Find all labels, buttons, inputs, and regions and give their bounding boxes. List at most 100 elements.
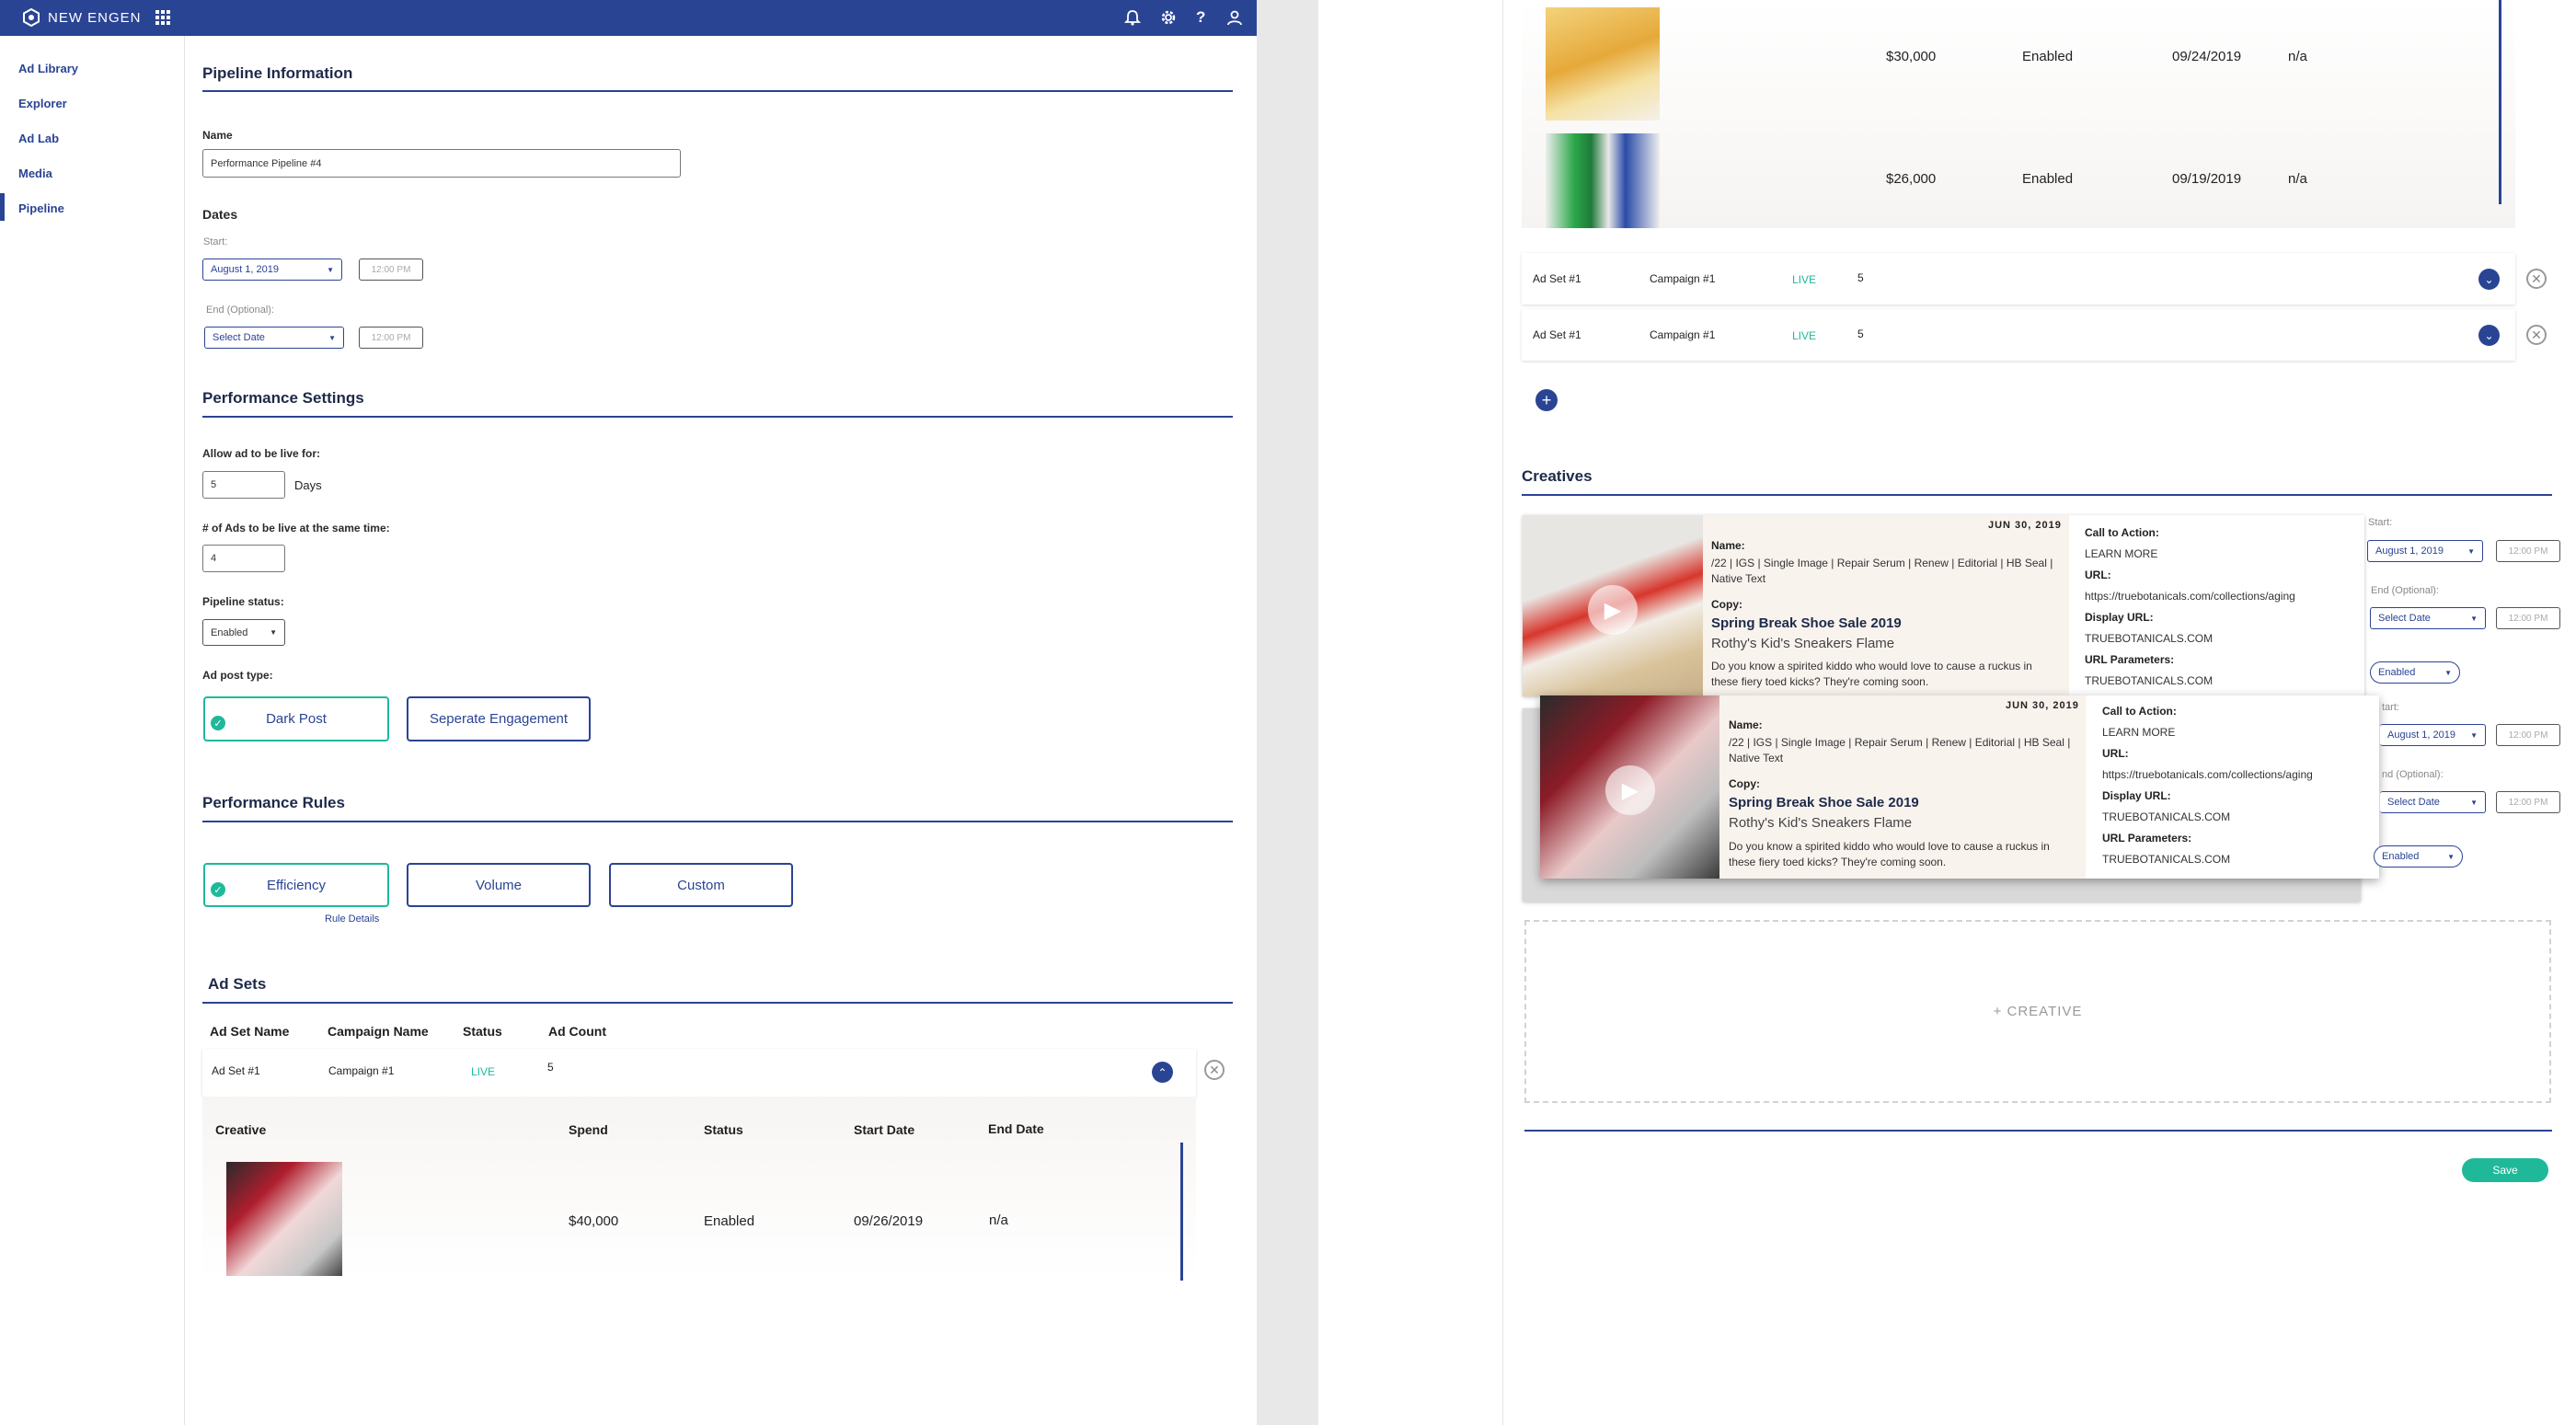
creative-headline: Spring Break Shoe Sale 2019 (1729, 795, 1919, 810)
top-bar: NEW ENGEN ? (0, 0, 1257, 36)
ad-post-type-label: Ad post type: (202, 669, 273, 682)
creative-status-select[interactable]: Enabled ▼ (2374, 845, 2463, 868)
user-icon[interactable] (1226, 9, 1243, 26)
add-ad-set-button[interactable]: + (1535, 389, 1558, 411)
pipeline-editor-panel: NEW ENGEN ? Ad Library Explorer Ad Lab M… (0, 0, 1257, 1425)
post-type-dark-post-button[interactable]: Dark Post (203, 696, 389, 741)
creative-copy-label: Copy: (1729, 777, 1760, 790)
ads-live-count-input[interactable]: 4 (202, 545, 285, 572)
chevron-down-icon: ▼ (328, 333, 336, 342)
display-url-label: Display URL: (2085, 611, 2154, 624)
chevron-down-icon: ▼ (2444, 668, 2452, 677)
start-date-select[interactable]: August 1, 2019 ▼ (202, 259, 342, 281)
pipeline-name-input[interactable]: Performance Pipeline #4 (202, 149, 681, 178)
section-divider (202, 821, 1233, 822)
col-ad-set-name: Ad Set Name (210, 1024, 290, 1039)
table-row[interactable]: Ad Set #1 Campaign #1 LIVE 5 ⌃ (202, 1049, 1196, 1097)
creative-status-select[interactable]: Enabled ▼ (2370, 661, 2460, 684)
collapse-row-button[interactable]: ⌃ (1152, 1062, 1173, 1083)
rule-efficiency-button[interactable]: Efficiency (203, 863, 389, 907)
dates-label: Dates (202, 207, 238, 222)
apps-grid-icon[interactable] (155, 9, 171, 26)
col-status: Status (463, 1024, 502, 1039)
rule-efficiency-label: Efficiency (267, 877, 326, 893)
help-icon[interactable]: ? (1196, 8, 1205, 27)
brand[interactable]: NEW ENGEN (22, 8, 171, 27)
pipeline-status-select[interactable]: Enabled ▼ (202, 619, 285, 646)
status-value: Enabled (2022, 171, 2074, 187)
table-row[interactable]: Ad Set #1 Campaign #1 LIVE 5 ⌄ (1522, 309, 2515, 361)
section-divider (1524, 1130, 2552, 1132)
end-date-select[interactable]: Select Date ▼ (204, 327, 344, 349)
table-row[interactable]: Ad Set #1 Campaign #1 LIVE 5 ⌄ (1522, 253, 2515, 305)
creative-thumbnail[interactable] (226, 1162, 342, 1276)
scrollbar[interactable] (1180, 1143, 1183, 1281)
url-label: URL: (2085, 569, 2111, 581)
chevron-up-icon: ⌃ (1157, 1065, 1167, 1079)
creative-start-time-input[interactable]: 12:00 PM (2496, 724, 2560, 746)
creative-end-date-select[interactable]: Select Date ▼ (2370, 607, 2486, 629)
rule-details-link[interactable]: Rule Details (325, 914, 379, 925)
status-value: Enabled (704, 1213, 755, 1229)
live-for-days-input[interactable]: 5 (202, 471, 285, 499)
sidebar-item-explorer[interactable]: Explorer (18, 97, 67, 110)
sidebar-item-ad-library[interactable]: Ad Library (18, 62, 78, 75)
creative-end-time-input[interactable]: 12:00 PM (2496, 791, 2560, 813)
play-icon[interactable]: ▶ (1588, 585, 1638, 635)
creative-name-value: /22 | IGS | Single Image | Repair Serum … (1729, 736, 2071, 764)
section-divider (202, 1002, 1233, 1004)
pipeline-status-label: Pipeline status: (202, 595, 284, 608)
sidebar-item-pipeline[interactable]: Pipeline (18, 201, 64, 215)
creative-thumbnail[interactable] (1546, 7, 1660, 121)
creative-headline: Spring Break Shoe Sale 2019 (1711, 615, 1902, 631)
rule-volume-button[interactable]: Volume (407, 863, 591, 907)
post-type-separate-engagement-button[interactable]: Seperate Engagement (407, 696, 591, 741)
url-value[interactable]: https://truebotanicals.com/collections/a… (2102, 768, 2313, 781)
scrollbar[interactable] (2499, 0, 2501, 204)
add-creative-dropzone[interactable]: + CREATIVE (1524, 920, 2551, 1103)
cta-label: Call to Action: (2102, 705, 2177, 718)
creative-card[interactable]: ▶ JUN 30, 2019 Name: /22 | IGS | Single … (1540, 695, 2379, 879)
url-params-value: TRUEBOTANICALS.COM (2085, 674, 2214, 687)
creative-start-time-input[interactable]: 12:00 PM (2496, 540, 2560, 562)
play-icon[interactable]: ▶ (1605, 765, 1655, 815)
creative-end-time-input[interactable]: 12:00 PM (2496, 607, 2560, 629)
creative-start-date-select[interactable]: August 1, 2019 ▼ (2367, 540, 2483, 562)
chevron-down-icon: ⌄ (2484, 328, 2494, 342)
start-date-value: 09/24/2019 (2172, 49, 2242, 64)
creative-start-date-select[interactable]: August 1, 2019 ▼ (2380, 724, 2486, 746)
start-time-input[interactable]: 12:00 PM (359, 259, 423, 281)
creative-end-date-select[interactable]: Select Date ▼ (2380, 791, 2486, 813)
creative-name-label: Name: (1729, 718, 1763, 731)
start-date-value: 09/19/2019 (2172, 171, 2242, 187)
close-icon: ✕ (2531, 270, 2542, 286)
days-unit-label: Days (294, 478, 322, 492)
url-params-label: URL Parameters: (2085, 653, 2175, 666)
creative-start-label: Start: (2368, 517, 2393, 528)
ads-live-label: # of Ads to be live at the same time: (202, 522, 390, 534)
end-date-value: Select Date (213, 332, 265, 343)
sidebar-item-media[interactable]: Media (18, 167, 52, 180)
start-label: Start: (203, 236, 228, 247)
sidebar-item-ad-lab[interactable]: Ad Lab (18, 132, 59, 145)
save-button[interactable]: Save (2462, 1158, 2548, 1182)
creative-subhead: Rothy's Kid's Sneakers Flame (1711, 636, 1895, 651)
creative-thumbnail[interactable] (1546, 133, 1660, 228)
bell-icon[interactable] (1124, 9, 1141, 26)
status-badge: LIVE (1792, 329, 1817, 342)
name-label: Name (202, 129, 233, 142)
remove-ad-set-button[interactable]: ✕ (1204, 1060, 1225, 1080)
remove-ad-set-button[interactable]: ✕ (2526, 269, 2547, 289)
url-value[interactable]: https://truebotanicals.com/collections/a… (2085, 590, 2295, 603)
remove-ad-set-button[interactable]: ✕ (2526, 325, 2547, 345)
expand-row-button[interactable]: ⌄ (2478, 325, 2500, 346)
spend-value: $40,000 (569, 1213, 619, 1229)
check-icon: ✓ (211, 882, 225, 897)
gear-icon[interactable] (1160, 9, 1177, 26)
rule-custom-button[interactable]: Custom (609, 863, 793, 907)
expand-row-button[interactable]: ⌄ (2478, 269, 2500, 290)
end-time-input[interactable]: 12:00 PM (359, 327, 423, 349)
creative-name-label: Name: (1711, 539, 1745, 552)
section-divider (1522, 494, 2552, 496)
creative-card[interactable]: ▶ JUN 30, 2019 Name: /22 | IGS | Single … (1523, 515, 2364, 696)
